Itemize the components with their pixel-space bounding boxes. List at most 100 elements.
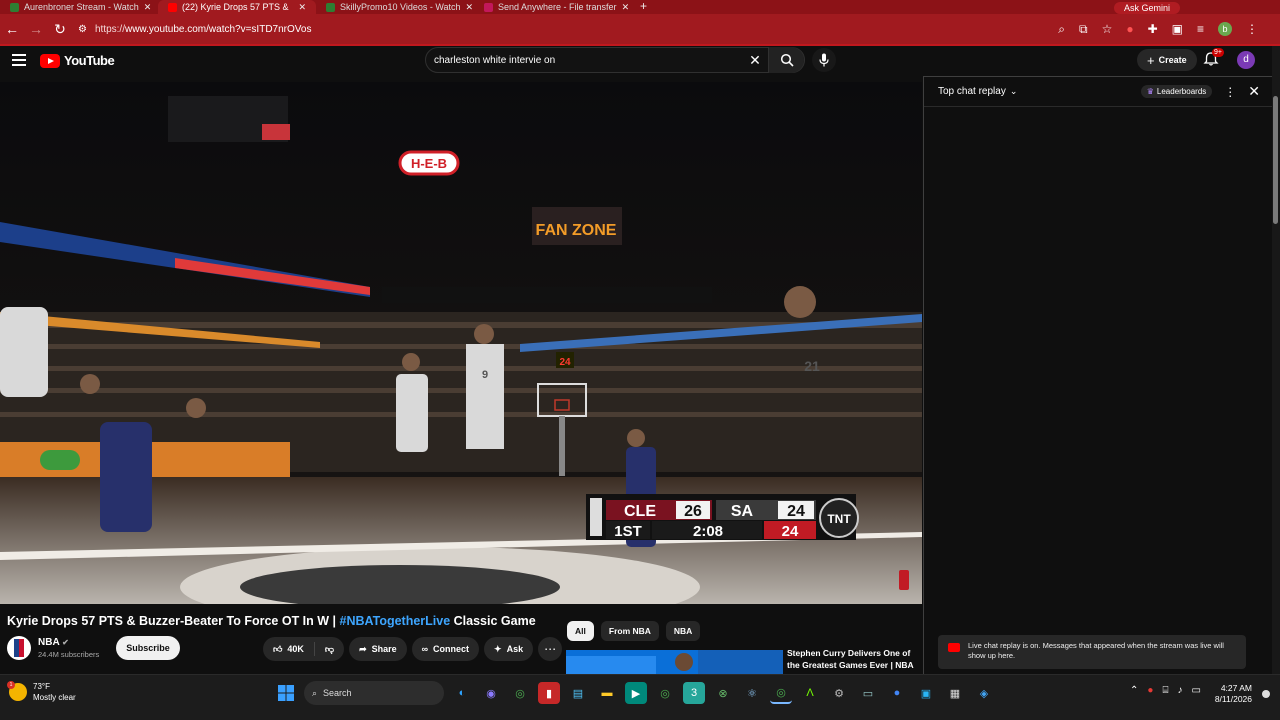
browser-tab[interactable]: SkillyPromo10 Videos - Watch ✕ (316, 0, 474, 14)
scrollbar-thumb[interactable] (1273, 96, 1278, 224)
menu-hamburger-icon[interactable] (12, 54, 26, 69)
back-arrow-icon[interactable]: ← (0, 21, 24, 37)
discord-icon[interactable]: ◉ (480, 682, 502, 704)
dislike-button[interactable]: 👎︎ (315, 637, 344, 661)
search-button[interactable] (768, 47, 804, 73)
youtube-play-icon (40, 53, 60, 68)
steam-icon[interactable]: ◈ (973, 682, 995, 704)
browser-tab[interactable]: Send Anywhere - File transfer ✕ (474, 0, 632, 14)
youtube-logo-text: YouTube (64, 53, 115, 68)
ask-gemini-button[interactable]: Ask Gemini (1113, 2, 1180, 14)
install-app-icon[interactable]: ⧉ (1079, 22, 1088, 37)
channel-name[interactable]: NBA ✔ (38, 637, 99, 648)
notification-center-icon[interactable] (1262, 690, 1270, 698)
tab-close-icon[interactable]: ✕ (144, 2, 152, 13)
create-button[interactable]: + Create (1137, 49, 1197, 71)
battery-icon[interactable]: ▭ (1191, 685, 1200, 696)
clear-search-icon[interactable]: ✕ (742, 52, 768, 69)
google-app-icon[interactable]: ● (886, 682, 908, 704)
site-info-icon[interactable]: ⚙ (78, 24, 87, 35)
extensions-puzzle-icon[interactable]: ✚ (1148, 22, 1158, 36)
chat-mode-dropdown[interactable]: Top chat replay (938, 86, 1006, 97)
recommended-video-thumbnail[interactable] (566, 650, 783, 674)
notepad-icon[interactable]: ▤ (567, 682, 589, 704)
chip-nba[interactable]: NBA (665, 621, 701, 641)
address-bar[interactable]: ⚙ https://www.youtube.com/watch?v=sITD7n… (78, 17, 1058, 41)
like-button[interactable]: 👍︎ 40K (263, 637, 314, 661)
epic-games-icon[interactable]: ▦ (944, 682, 966, 704)
channel-avatar[interactable] (7, 636, 31, 660)
forward-arrow-icon[interactable]: → (24, 21, 48, 37)
terminal-icon[interactable]: ▭ (857, 682, 879, 704)
youtube-logo[interactable]: YouTube (40, 53, 115, 68)
more-actions-icon[interactable]: ⋯ (538, 637, 563, 661)
chevron-down-icon[interactable]: ⌄ (1010, 86, 1018, 97)
chrome-icon[interactable]: ◎ (509, 682, 531, 704)
tab-title: SkillyPromo10 Videos - Watch (340, 2, 461, 12)
browser-menu-icon[interactable]: ⋮ (1246, 22, 1258, 36)
media-app-icon[interactable]: ▶ (625, 682, 647, 704)
browser-tab[interactable]: Aurenbroner Stream - Watch ✕ (0, 0, 158, 14)
nvidia-app-icon[interactable]: Λ (799, 682, 821, 704)
close-chat-icon[interactable]: ✕ (1248, 83, 1260, 100)
recommended-video-title[interactable]: Stephen Curry Delivers One of the Greate… (787, 647, 917, 674)
heb-sign-text: H-E-B (411, 156, 447, 171)
taskbar-search[interactable]: ⌕ Search (304, 681, 444, 705)
jersey-number: 9 (482, 369, 488, 381)
file-explorer-icon[interactable]: ▬ (596, 682, 618, 704)
app-3-icon[interactable]: 3 (683, 682, 705, 704)
chip-from-nba[interactable]: From NBA (600, 621, 659, 641)
user-avatar[interactable]: d (1237, 51, 1255, 69)
voice-search-button[interactable] (812, 48, 836, 72)
tab-close-icon[interactable]: ✕ (298, 2, 306, 13)
page-scrollbar[interactable] (1272, 46, 1280, 674)
reading-list-icon[interactable]: ≡ (1197, 22, 1204, 36)
media-controls-icon[interactable]: ▣ (1172, 22, 1183, 36)
settings-gear-icon[interactable]: ⚙ (828, 682, 850, 704)
game-quarter: 1ST (614, 523, 642, 540)
crown-icon: ♛ (1146, 87, 1154, 96)
windows-start-icon[interactable] (275, 682, 297, 704)
extension-icon[interactable]: ● (1126, 22, 1133, 36)
roblox-icon[interactable]: ▮ (538, 682, 560, 704)
network-icon[interactable]: ⌸ (1162, 685, 1168, 696)
subscribe-button[interactable]: Subscribe (116, 636, 180, 660)
video-player[interactable]: H-E-B FAN ZONE 24 21 9 CLE 26 SA 24 1ST … (0, 82, 922, 604)
connect-button[interactable]: ∞ Connect (411, 637, 480, 661)
hashtag-link[interactable]: #NBATogetherLive (340, 614, 451, 628)
browser-tab-active[interactable]: (22) Kyrie Drops 57 PTS & ✕ (158, 0, 316, 14)
game-clock: 2:08 (693, 523, 723, 540)
chrome-active-icon[interactable]: ◎ (770, 682, 792, 704)
subscriber-count: 24.4M subscribers (38, 650, 100, 659)
search-input[interactable] (426, 54, 742, 66)
channel-row: NBA ✔ 24.4M subscribers Subscribe (7, 636, 180, 660)
reload-icon[interactable]: ↻ (48, 21, 72, 38)
share-button[interactable]: ➦ Share (349, 637, 407, 661)
profile-avatar[interactable]: b (1218, 22, 1232, 36)
chat-replay-notice: Live chat replay is on. Messages that ap… (938, 635, 1246, 669)
react-devtools-icon[interactable]: ⚛ (741, 682, 763, 704)
chip-all[interactable]: All (567, 621, 594, 641)
system-tray: ⌃ ● ⌸ ♪ ▭ (1130, 685, 1201, 696)
weather-widget[interactable]: 1 73°F Mostly clear (7, 681, 76, 703)
tab-close-icon[interactable]: ✕ (622, 2, 630, 13)
microphone-in-use-icon[interactable]: ● (1147, 685, 1153, 696)
system-clock[interactable]: 4:27 AM 8/11/2026 (1210, 683, 1252, 705)
xbox-icon[interactable]: ⊗ (712, 682, 734, 704)
browser-toolbar: ← → ↻ ⚙ https://www.youtube.com/watch?v=… (0, 14, 1280, 44)
chrome-profile-icon[interactable]: ◎ (654, 682, 676, 704)
volume-icon[interactable]: ♪ (1177, 685, 1182, 696)
ask-button[interactable]: ✦ Ask (484, 637, 534, 661)
notifications-button[interactable]: 9+ (1203, 48, 1224, 69)
tab-close-icon[interactable]: ✕ (466, 2, 474, 13)
edge-browser-icon[interactable]: ◐ (451, 682, 473, 704)
recommendation-chips: All From NBA NBA (567, 621, 701, 641)
chevron-up-icon[interactable]: ⌃ (1130, 685, 1138, 696)
leaderboards-button[interactable]: ♛ Leaderboards (1140, 85, 1213, 98)
new-tab-button[interactable]: + (632, 0, 655, 14)
video-title: Kyrie Drops 57 PTS & Buzzer-Beater To Fo… (7, 614, 536, 628)
window-app-icon[interactable]: ▣ (915, 682, 937, 704)
chat-more-options-icon[interactable]: ⋮ (1224, 85, 1236, 99)
bookmark-star-icon[interactable]: ☆ (1102, 22, 1113, 36)
zoom-icon[interactable]: ⌕ (1058, 22, 1065, 37)
